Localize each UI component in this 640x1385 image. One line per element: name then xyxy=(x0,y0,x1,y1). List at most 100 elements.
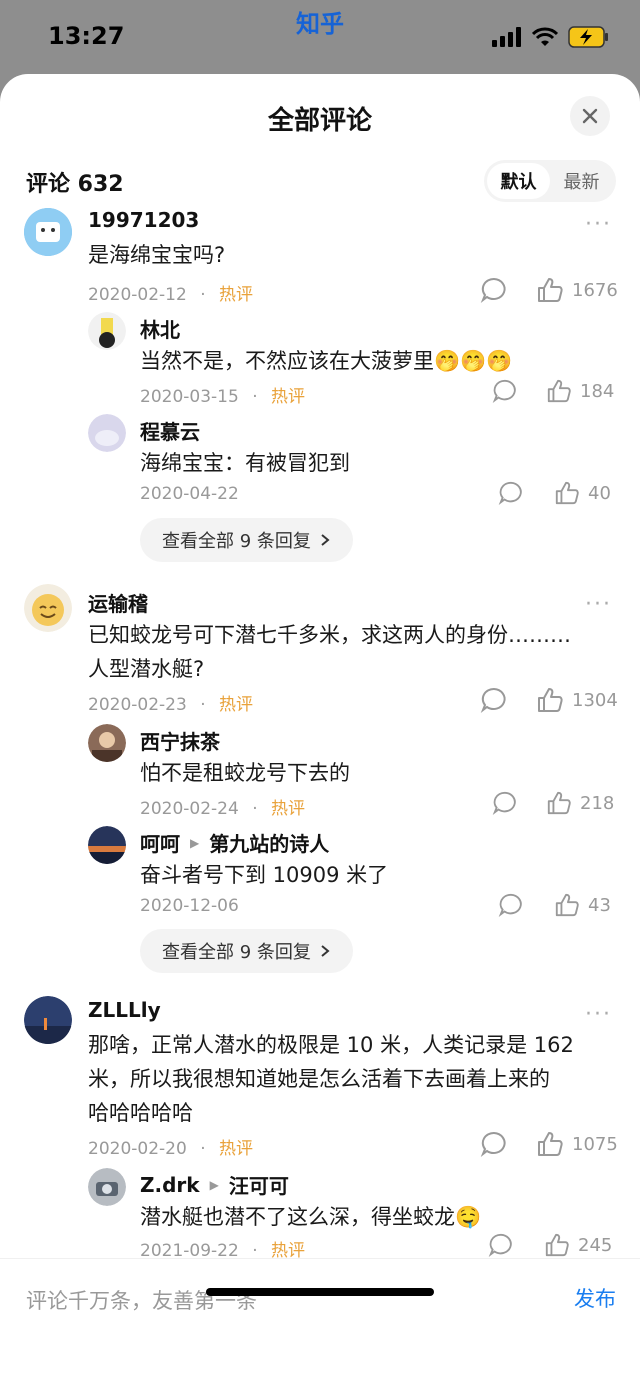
comments-sheet: 全部评论 评论 632 默认 最新 19971203 ··· 是海绵宝宝吗? 2… xyxy=(0,74,640,1385)
like-button[interactable]: 1075 xyxy=(536,1130,618,1158)
thumbs-up-icon xyxy=(545,1233,569,1257)
username[interactable]: ZLLLly xyxy=(88,998,161,1022)
reply-author[interactable]: 林北 xyxy=(140,314,180,343)
comment-bubble-icon xyxy=(480,687,506,713)
close-icon xyxy=(582,108,598,124)
comment-input-bar: 评论千万条，友善第一条 发布 xyxy=(0,1258,640,1385)
reply-button[interactable] xyxy=(488,1232,514,1258)
chevron-right-icon xyxy=(321,945,330,957)
comment-author[interactable]: 19971203 xyxy=(88,208,199,232)
thumbs-up-icon xyxy=(538,278,563,302)
reply-to-username[interactable]: 汪可可 xyxy=(229,1170,289,1199)
comment-text: 人型潜水艇? xyxy=(88,657,205,681)
username[interactable]: 19971203 xyxy=(88,208,199,232)
comment-author[interactable]: ZLLLly xyxy=(88,998,161,1022)
reply-button[interactable] xyxy=(498,480,524,506)
signal-icon xyxy=(492,27,521,47)
avatar[interactable] xyxy=(88,414,126,452)
reply-button[interactable] xyxy=(480,1130,508,1158)
view-all-label: 查看全部 9 条回复 xyxy=(162,942,311,963)
reply-date: 2020-12-06 xyxy=(140,896,239,916)
username[interactable]: Z.drk xyxy=(140,1173,200,1197)
reply-to-username[interactable]: 第九站的诗人 xyxy=(209,828,329,857)
username[interactable]: 运输稽 xyxy=(88,588,148,617)
sort-default-button[interactable]: 默认 xyxy=(487,163,550,199)
hot-badge: 热评 xyxy=(271,387,306,407)
like-button[interactable]: 43 xyxy=(554,892,611,918)
view-all-replies-button[interactable]: 查看全部 9 条回复 xyxy=(140,518,353,562)
sheet-title: 全部评论 xyxy=(267,106,372,136)
like-button[interactable]: 218 xyxy=(546,790,614,816)
reply-button[interactable] xyxy=(492,378,518,404)
reply-text: 奋斗者号下到 10909 米了 xyxy=(140,863,389,887)
like-button[interactable]: 184 xyxy=(546,378,614,404)
comment-meta: 2020-02-12 · 热评 xyxy=(88,285,254,305)
thumbs-up-icon xyxy=(547,791,571,815)
comment-bubble-icon xyxy=(480,277,506,303)
reply-button[interactable] xyxy=(492,790,518,816)
view-all-replies-button[interactable]: 查看全部 9 条回复 xyxy=(140,929,353,973)
battery-icon xyxy=(568,26,608,48)
like-count: 43 xyxy=(588,894,611,916)
like-button[interactable]: 1304 xyxy=(536,686,618,714)
reply-author[interactable]: 呵呵 ▶ 第九站的诗人 xyxy=(140,828,329,857)
like-button[interactable]: 245 xyxy=(544,1232,612,1258)
thumbs-up-icon xyxy=(547,379,571,403)
like-button[interactable]: 40 xyxy=(554,480,611,506)
reply-text: 怕不是租蛟龙号下去的 xyxy=(140,761,350,785)
comment-date: 2020-02-20 xyxy=(88,1139,187,1159)
avatar[interactable] xyxy=(24,208,72,256)
avatar-image xyxy=(88,826,126,864)
comment-text: 是海绵宝宝吗? xyxy=(88,243,226,267)
reply-button[interactable] xyxy=(498,892,524,918)
avatar[interactable] xyxy=(88,724,126,762)
like-count: 1075 xyxy=(572,1133,618,1155)
avatar[interactable] xyxy=(24,996,72,1044)
wifi-icon xyxy=(532,27,558,46)
reply-meta: 2020-04-22 xyxy=(140,484,239,504)
avatar-image xyxy=(88,1168,126,1206)
view-all-label: 查看全部 9 条回复 xyxy=(162,531,311,552)
like-count: 1304 xyxy=(572,689,618,711)
reply-button[interactable] xyxy=(480,686,508,714)
like-count: 184 xyxy=(580,380,615,402)
like-count: 40 xyxy=(588,482,611,504)
avatar[interactable] xyxy=(88,1168,126,1206)
avatar-image xyxy=(24,996,72,1044)
close-button[interactable] xyxy=(570,96,610,136)
home-indicator[interactable] xyxy=(206,1288,434,1296)
reply-meta: 2020-02-24 · 热评 xyxy=(140,799,306,819)
more-options-button[interactable]: ··· xyxy=(585,594,612,616)
reply-author[interactable]: 西宁抹茶 xyxy=(140,726,220,755)
reply-author[interactable]: Z.drk ▶ 汪可可 xyxy=(140,1170,289,1199)
username[interactable]: 程慕云 xyxy=(140,416,200,445)
comment-text: 那啥，正常人潜水的极限是 10 米，人类记录是 162 xyxy=(88,1033,574,1057)
avatar[interactable] xyxy=(24,584,72,632)
sort-latest-button[interactable]: 最新 xyxy=(550,163,613,199)
reply-button[interactable] xyxy=(480,276,508,304)
more-options-button[interactable]: ··· xyxy=(585,1004,612,1026)
hot-badge: 热评 xyxy=(219,285,254,305)
avatar-image xyxy=(88,414,126,452)
comment-author[interactable]: 运输稽 xyxy=(88,588,148,617)
reply-text: 潜水艇也潜不了这么深，得坐蛟龙🤤 xyxy=(140,1205,482,1229)
reply-meta: 2020-12-06 xyxy=(140,896,239,916)
like-button[interactable]: 1676 xyxy=(536,276,618,304)
reply-date: 2020-04-22 xyxy=(140,484,239,504)
like-count: 218 xyxy=(580,792,615,814)
comment-bubble-icon xyxy=(488,1233,512,1258)
avatar-image xyxy=(24,584,72,632)
avatar-image xyxy=(24,208,72,256)
avatar[interactable] xyxy=(88,312,126,350)
comment-bubble-icon xyxy=(498,893,522,918)
avatar[interactable] xyxy=(88,826,126,864)
username[interactable]: 呵呵 xyxy=(140,828,180,857)
more-options-button[interactable]: ··· xyxy=(585,214,612,236)
reply-to-arrow-icon: ▶ xyxy=(190,835,200,850)
username[interactable]: 西宁抹茶 xyxy=(140,726,220,755)
reply-author[interactable]: 程慕云 xyxy=(140,416,200,445)
hot-badge: 热评 xyxy=(219,695,254,715)
publish-button[interactable]: 发布 xyxy=(574,1283,616,1313)
username[interactable]: 林北 xyxy=(140,314,180,343)
comment-bubble-icon xyxy=(492,791,516,816)
